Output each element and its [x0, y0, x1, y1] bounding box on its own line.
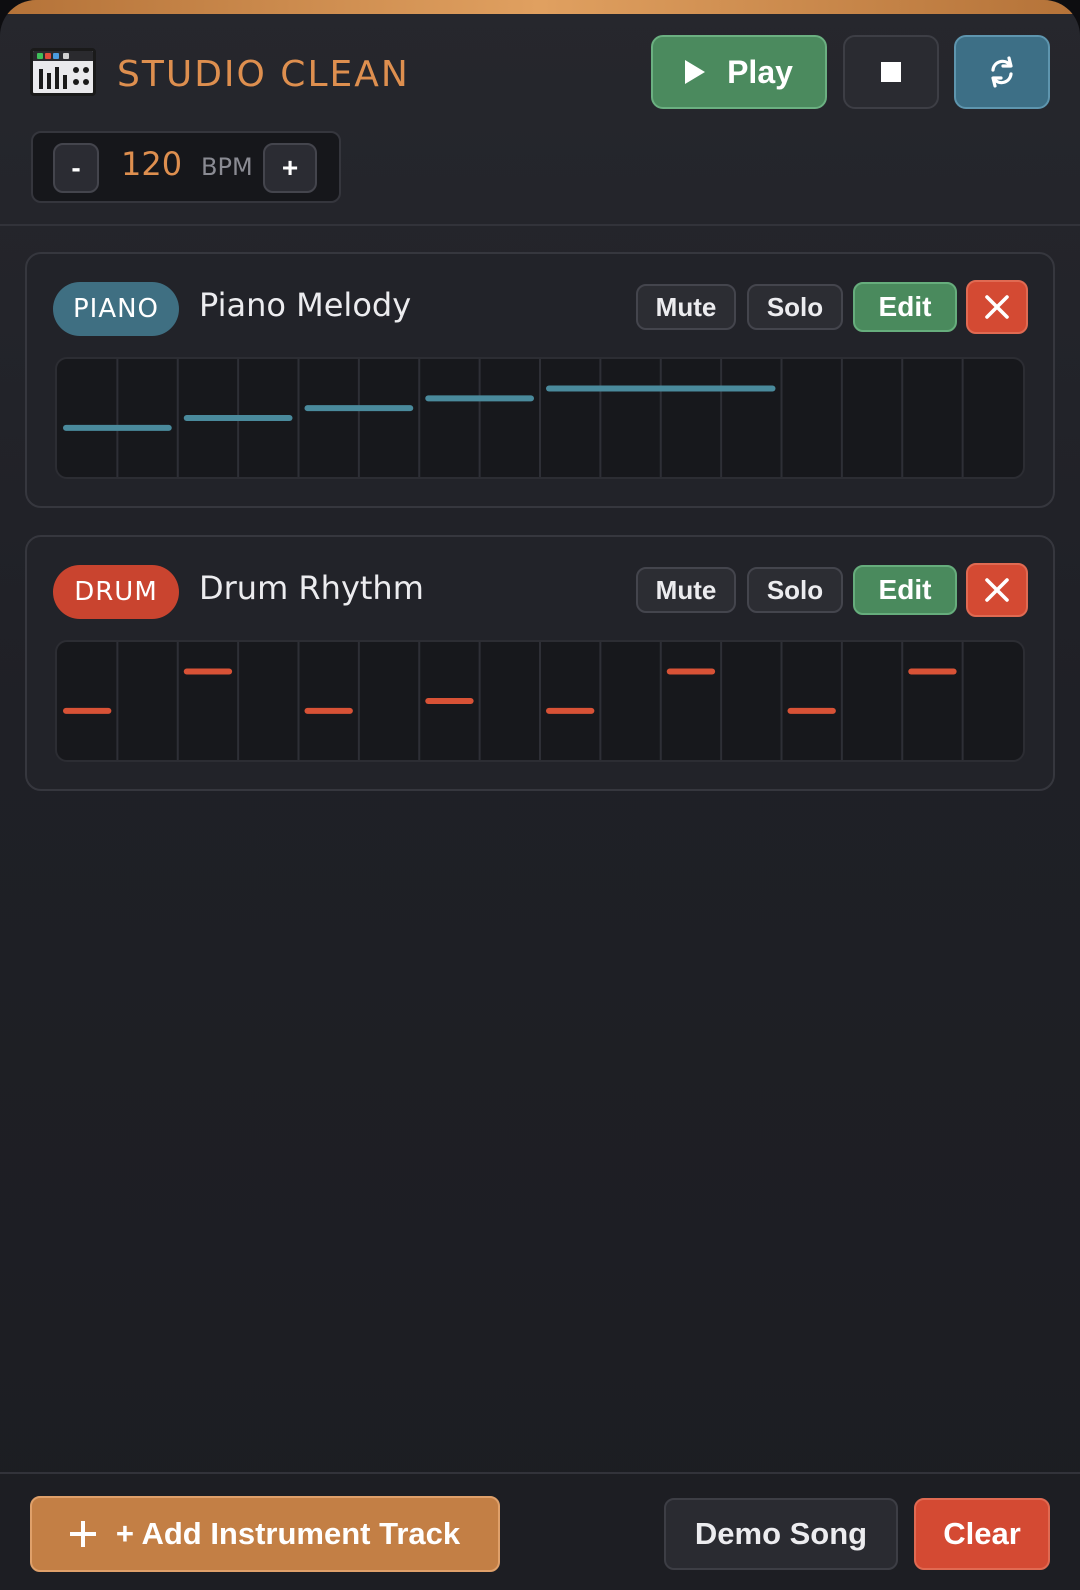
note-block[interactable] — [425, 698, 474, 704]
instrument-badge: PIANO — [53, 282, 179, 336]
edit-button[interactable]: Edit — [853, 282, 957, 332]
tempo-control: - 120 BPM + — [31, 131, 341, 203]
note-block[interactable] — [183, 668, 233, 675]
note-block[interactable] — [546, 707, 595, 714]
note-block[interactable] — [908, 668, 957, 675]
track-card: DRUM Drum Rhythm Mute Solo Edit — [25, 535, 1055, 791]
solo-button[interactable]: Solo — [747, 567, 843, 613]
close-icon — [985, 578, 1009, 602]
delete-track-button[interactable] — [966, 280, 1028, 334]
add-track-label: + Add Instrument Track — [115, 1516, 461, 1551]
plus-icon — [69, 1521, 96, 1547]
track-name: Drum Rhythm — [199, 569, 424, 607]
track-name: Piano Melody — [199, 286, 412, 324]
mixer-console-icon — [30, 48, 96, 96]
bpm-increase-button[interactable]: + — [263, 143, 317, 193]
solo-button[interactable]: Solo — [747, 284, 843, 330]
note-block[interactable] — [425, 395, 534, 402]
app-window: STUDIO CLEAN Play - 120 BPM + PIANO Pian… — [0, 0, 1080, 1590]
note-block[interactable] — [63, 424, 172, 431]
play-label: Play — [727, 53, 793, 90]
app-title: STUDIO CLEAN — [117, 54, 410, 95]
edit-button[interactable]: Edit — [853, 565, 957, 615]
stop-icon — [881, 62, 901, 82]
loop-icon — [991, 56, 1013, 88]
note-block[interactable] — [666, 668, 716, 675]
track-card: PIANO Piano Melody Mute Solo Edit — [25, 252, 1055, 508]
note-block[interactable] — [304, 405, 414, 412]
note-block[interactable] — [63, 707, 112, 714]
note-grid-canvas — [63, 642, 964, 760]
bpm-unit-label: BPM — [201, 153, 253, 181]
play-button[interactable]: Play — [651, 35, 827, 109]
mute-button[interactable]: Mute — [636, 567, 736, 613]
stop-button[interactable] — [843, 35, 939, 109]
clear-button[interactable]: Clear — [914, 1498, 1050, 1570]
bpm-value: 120 — [121, 145, 183, 183]
note-block[interactable] — [546, 385, 776, 392]
bpm-decrease-button[interactable]: - — [53, 143, 99, 193]
top-accent-bar — [0, 0, 1080, 14]
note-grid-canvas — [63, 359, 964, 477]
loop-button[interactable] — [954, 35, 1050, 109]
add-instrument-track-button[interactable]: + Add Instrument Track — [30, 1496, 500, 1572]
note-grid[interactable] — [55, 357, 1025, 479]
header: STUDIO CLEAN Play - 120 BPM + — [0, 14, 1080, 226]
note-block[interactable] — [787, 707, 836, 714]
note-block[interactable] — [304, 707, 353, 714]
note-block[interactable] — [183, 415, 293, 421]
mute-button[interactable]: Mute — [636, 284, 736, 330]
demo-song-button[interactable]: Demo Song — [664, 1498, 898, 1570]
footer-toolbar: + Add Instrument Track Demo Song Clear — [0, 1472, 1080, 1590]
close-icon — [985, 295, 1009, 319]
note-grid[interactable] — [55, 640, 1025, 762]
instrument-badge: DRUM — [53, 565, 179, 619]
delete-track-button[interactable] — [966, 563, 1028, 617]
play-icon — [685, 60, 706, 84]
